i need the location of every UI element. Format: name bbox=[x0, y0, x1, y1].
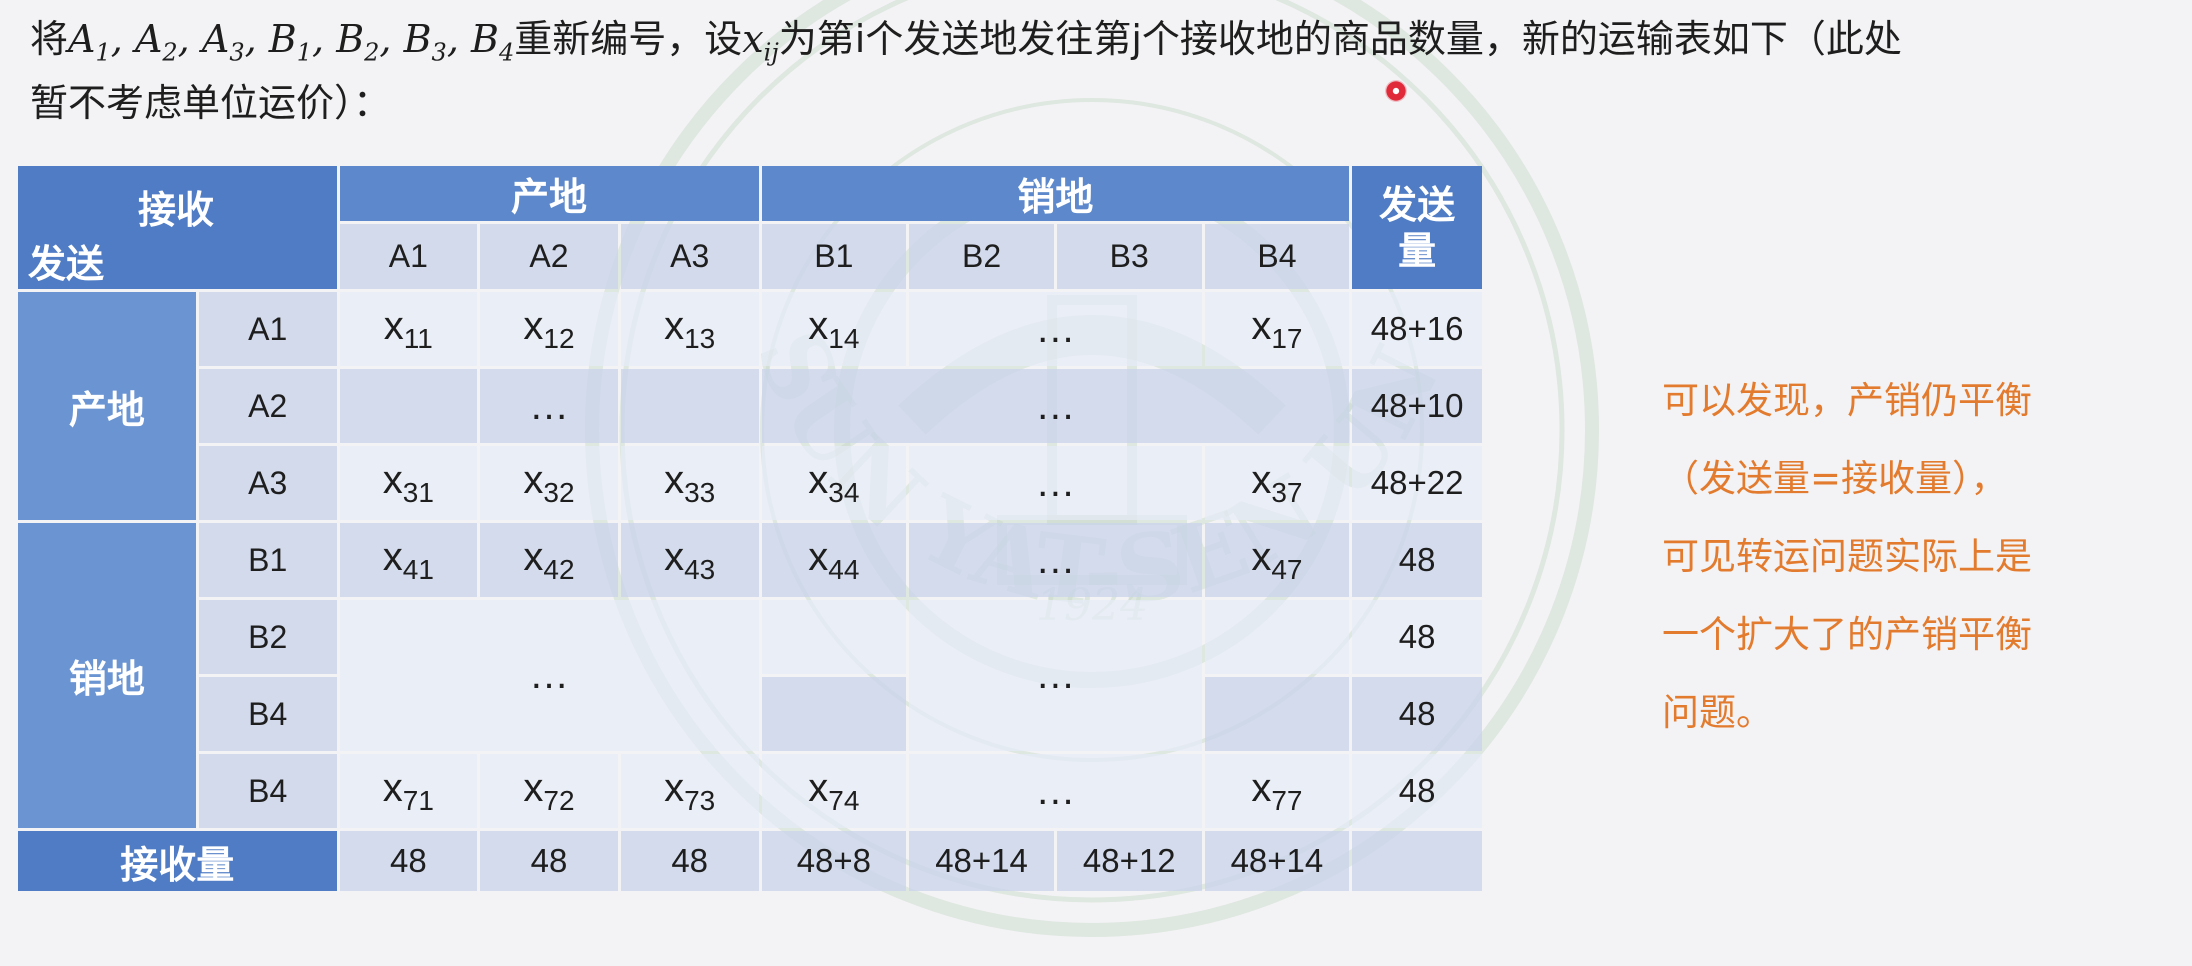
table-cell: x47 bbox=[1204, 523, 1350, 597]
corner-header: 接收 发送 bbox=[18, 166, 337, 289]
send-amount: 48 bbox=[1352, 600, 1482, 674]
table-cell: x17 bbox=[1204, 292, 1350, 366]
corner-send-label: 发送 bbox=[28, 242, 105, 286]
receive-amount: 48+14 bbox=[909, 831, 1054, 891]
col-header: A1 bbox=[339, 224, 478, 289]
table-cell-empty bbox=[620, 369, 759, 443]
table-cell-empty bbox=[761, 600, 907, 674]
side-note-line: 可以发现，产销仍平衡 bbox=[1662, 379, 2032, 422]
table-cell: x43 bbox=[620, 523, 759, 597]
receive-amount: 48+14 bbox=[1204, 831, 1350, 891]
table-cell: x11 bbox=[339, 292, 478, 366]
side-note-line: （发送量=接收量）， bbox=[1662, 457, 2008, 500]
send-amount: 48 bbox=[1352, 677, 1482, 751]
row-header: A3 bbox=[198, 446, 337, 520]
table-cell: x14 bbox=[761, 292, 907, 366]
table-cell-empty bbox=[1204, 600, 1350, 674]
row-group-origin: 产地 bbox=[18, 292, 196, 520]
receive-amount: 48+8 bbox=[761, 831, 907, 891]
col-header: B2 bbox=[909, 224, 1054, 289]
row-header: A2 bbox=[198, 369, 337, 443]
receive-amount: 48+12 bbox=[1056, 831, 1202, 891]
table-cell: x44 bbox=[761, 523, 907, 597]
receive-amount: 48 bbox=[480, 831, 618, 891]
table-cell: x74 bbox=[761, 754, 907, 828]
table-cell: x12 bbox=[480, 292, 618, 366]
table-cell-empty bbox=[339, 369, 478, 443]
row-group-sales: 销地 bbox=[18, 523, 196, 828]
col-header: A3 bbox=[620, 224, 759, 289]
table-cell-empty bbox=[1204, 677, 1350, 751]
table-cell: x32 bbox=[480, 446, 618, 520]
send-amount-header: 发送量 bbox=[1352, 166, 1482, 289]
send-amount: 48 bbox=[1352, 523, 1482, 597]
group-sales-header: 销地 bbox=[761, 166, 1350, 221]
transport-table: 接收 发送 产地 销地 发送量 A1 A2 A3 B1 B2 B3 B4 产地 … bbox=[15, 163, 1485, 894]
side-note-line: 问题。 bbox=[1662, 691, 1773, 734]
table-cell: x77 bbox=[1204, 754, 1350, 828]
send-amount: 48+16 bbox=[1352, 292, 1482, 366]
table-cell-ellipsis: … bbox=[909, 523, 1202, 597]
table-cell: x73 bbox=[620, 754, 759, 828]
side-note-line: 可见转运问题实际上是 bbox=[1662, 535, 2032, 578]
table-cell-empty bbox=[761, 677, 907, 751]
col-header: B1 bbox=[761, 224, 907, 289]
send-amount: 48+10 bbox=[1352, 369, 1482, 443]
laser-pointer-dot bbox=[1385, 80, 1407, 102]
table-cell-ellipsis: … bbox=[480, 369, 618, 443]
intro-paragraph: 将A1, A2, A3, B1, B2, B3, B4重新编号，设xij为第i个… bbox=[30, 17, 1902, 125]
receive-amount: 48 bbox=[620, 831, 759, 891]
table-cell-ellipsis: … bbox=[909, 446, 1202, 520]
receive-total-empty bbox=[1352, 831, 1482, 891]
side-note: 可以发现，产销仍平衡 （发送量=接收量）， 可见转运问题实际上是 一个扩大了的产… bbox=[1662, 362, 2122, 752]
col-header: B4 bbox=[1204, 224, 1350, 289]
table-cell-ellipsis: … bbox=[909, 754, 1202, 828]
row-header: B2 bbox=[198, 600, 337, 674]
col-header: B3 bbox=[1056, 224, 1202, 289]
table-cell-ellipsis: … bbox=[909, 292, 1202, 366]
row-header: B4 bbox=[198, 754, 337, 828]
receive-amount-header: 接收量 bbox=[18, 831, 337, 891]
table-cell: x71 bbox=[339, 754, 478, 828]
receive-amount: 48 bbox=[339, 831, 478, 891]
table-cell: x31 bbox=[339, 446, 478, 520]
side-note-line: 一个扩大了的产销平衡 bbox=[1662, 613, 2032, 656]
table-cell: x42 bbox=[480, 523, 618, 597]
table-cell: x72 bbox=[480, 754, 618, 828]
table-cell-ellipsis: … bbox=[761, 369, 1350, 443]
table-cell: x33 bbox=[620, 446, 759, 520]
col-header: A2 bbox=[480, 224, 618, 289]
group-origin-header: 产地 bbox=[339, 166, 759, 221]
table-cell-ellipsis: … bbox=[909, 600, 1202, 751]
table-cell: x41 bbox=[339, 523, 478, 597]
row-header: A1 bbox=[198, 292, 337, 366]
corner-receive-label: 接收 bbox=[138, 188, 215, 232]
send-amount: 48 bbox=[1352, 754, 1482, 828]
send-amount: 48+22 bbox=[1352, 446, 1482, 520]
row-header: B4 bbox=[198, 677, 337, 751]
table-cell: x13 bbox=[620, 292, 759, 366]
table-cell-ellipsis: … bbox=[339, 600, 759, 751]
table-cell: x34 bbox=[761, 446, 907, 520]
row-header: B1 bbox=[198, 523, 337, 597]
table-cell: x37 bbox=[1204, 446, 1350, 520]
